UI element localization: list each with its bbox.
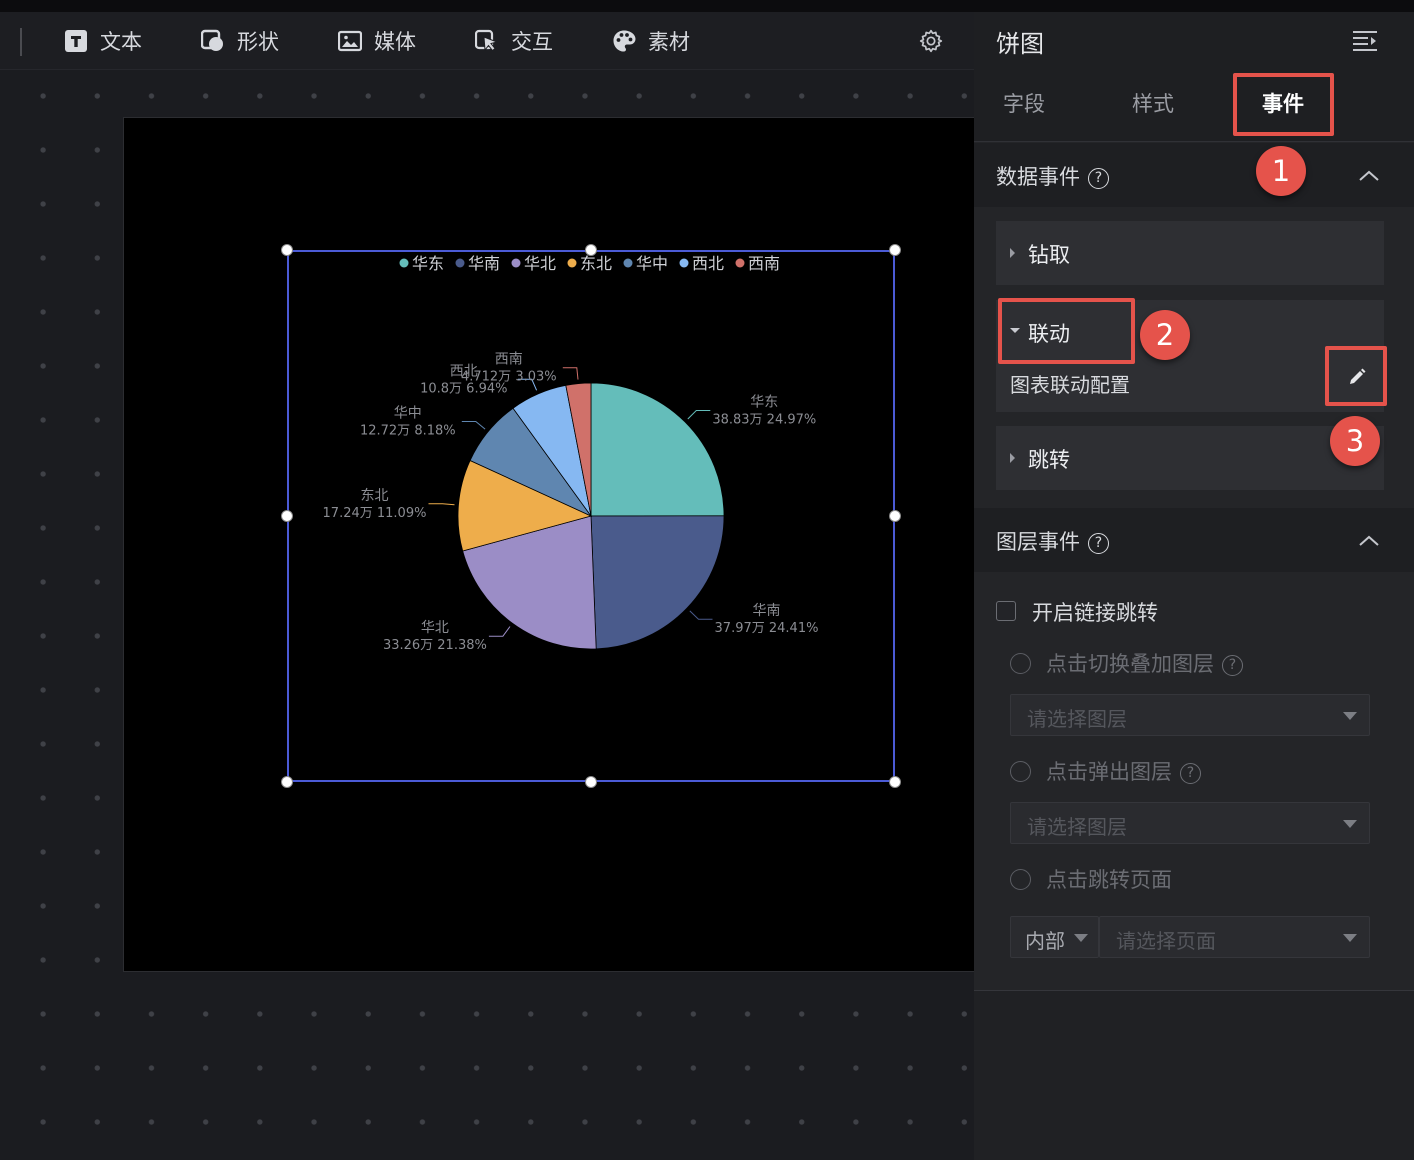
tab-style[interactable]: 样式 — [1132, 88, 1174, 118]
switch-layer-select[interactable]: 请选择图层 — [1010, 694, 1370, 736]
data-events-header[interactable]: 数据事件? — [974, 143, 1414, 207]
layer-events-title: 图层事件? — [996, 526, 1109, 556]
select-placeholder: 请选择图层 — [1027, 707, 1127, 731]
help-icon[interactable]: ? — [1222, 655, 1243, 676]
jump-page-label: 点击跳转页面 — [1046, 868, 1172, 892]
step-badge-3: 3 — [1330, 416, 1380, 466]
toolbar-material-button[interactable]: 素材 — [612, 12, 690, 70]
resize-handle-top-right[interactable] — [889, 244, 901, 256]
select-placeholder: 请选择图层 — [1027, 815, 1127, 839]
page-select[interactable]: 请选择页面 — [1099, 916, 1370, 958]
popup-layer-radio[interactable] — [1010, 761, 1031, 782]
toolbar-interaction-button[interactable]: 交互 — [475, 12, 553, 70]
toolbar-shape-label: 形状 — [237, 30, 279, 54]
help-icon[interactable]: ? — [1088, 533, 1109, 554]
enable-link-label: 开启链接跳转 — [1032, 601, 1158, 625]
properties-panel: 饼图 字段 样式 事件 数据事件? 钻取 联动 图表联动配置 跳转 图层事件 ?… — [974, 12, 1414, 1160]
caret-down-icon — [1343, 934, 1357, 942]
caret-down-icon — [1343, 820, 1357, 828]
popup-layer-label: 点击弹出图层? — [1046, 756, 1201, 786]
resize-handle-bottom-left[interactable] — [281, 776, 293, 788]
switch-layer-label: 点击切换叠加图层? — [1046, 648, 1243, 678]
panel-title: 饼图 — [996, 30, 1044, 58]
step-badge-2: 2 — [1140, 310, 1190, 360]
enable-link-checkbox[interactable] — [996, 601, 1016, 621]
drill-label: 钻取 — [1028, 243, 1070, 267]
panel-tabs: 字段 样式 事件 — [974, 70, 1414, 142]
palette-icon — [612, 29, 636, 53]
toolbar-text-button[interactable]: 文本 — [64, 12, 142, 70]
toolbar-material-label: 素材 — [648, 30, 690, 54]
caret-down-icon — [1074, 934, 1088, 942]
linkage-config-label: 图表联动配置 — [1010, 373, 1130, 397]
interaction-icon — [475, 29, 499, 53]
layer-events-title-text: 图层事件 — [996, 530, 1080, 554]
panel-empty-area — [974, 991, 1414, 1160]
toolbar-interaction-label: 交互 — [511, 30, 553, 54]
select-placeholder: 请选择页面 — [1116, 929, 1216, 953]
jump-page-radio[interactable] — [1010, 869, 1031, 890]
accordion-drill[interactable]: 钻取 — [996, 221, 1384, 285]
help-icon[interactable]: ? — [1180, 763, 1201, 784]
toolbar-media-button[interactable]: 媒体 — [338, 12, 416, 70]
popup-layer-select[interactable]: 请选择图层 — [1010, 802, 1370, 844]
resize-handle-top-left[interactable] — [281, 244, 293, 256]
caret-right-icon — [1010, 453, 1015, 463]
help-icon[interactable]: ? — [1088, 168, 1109, 189]
chevron-up-icon[interactable] — [1358, 165, 1380, 187]
chevron-up-icon[interactable] — [1358, 530, 1380, 552]
data-events-title: 数据事件? — [996, 161, 1109, 191]
resize-handle-right[interactable] — [889, 510, 901, 522]
switch-layer-radio[interactable] — [1010, 653, 1031, 674]
toolbar-shape-button[interactable]: 形状 — [201, 12, 279, 70]
highlight-edit-button — [1325, 346, 1387, 406]
collapse-menu-icon[interactable] — [1350, 26, 1380, 56]
toolbar-divider — [20, 28, 22, 56]
page-scope-select[interactable]: 内部 — [1010, 916, 1099, 958]
tab-fields[interactable]: 字段 — [1003, 88, 1045, 118]
caret-right-icon — [1010, 248, 1015, 258]
caret-down-icon — [1343, 712, 1357, 720]
selection-frame[interactable] — [287, 250, 895, 782]
highlight-events-tab — [1233, 73, 1334, 136]
image-icon — [338, 29, 362, 53]
resize-handle-bottom-right[interactable] — [889, 776, 901, 788]
toolbar-media-label: 媒体 — [374, 30, 416, 54]
gear-icon[interactable] — [918, 28, 944, 54]
popup-layer-text: 点击弹出图层 — [1046, 760, 1172, 784]
editor-toolbar: 文本 形状 媒体 交互 素材 — [0, 12, 974, 70]
top-strip — [0, 0, 1414, 12]
shape-icon — [201, 29, 225, 53]
resize-handle-top[interactable] — [585, 244, 597, 256]
resize-handle-bottom[interactable] — [585, 776, 597, 788]
jump-label: 跳转 — [1028, 448, 1070, 472]
accordion-jump[interactable]: 跳转 — [996, 426, 1384, 490]
panel-header: 饼图 — [974, 12, 1414, 70]
switch-layer-text: 点击切换叠加图层 — [1046, 652, 1214, 676]
resize-handle-left[interactable] — [281, 510, 293, 522]
step-badge-1: 1 — [1256, 146, 1306, 196]
text-icon — [64, 29, 88, 53]
data-events-title-text: 数据事件 — [996, 165, 1080, 189]
highlight-linkage — [998, 298, 1135, 364]
layer-events-header[interactable]: 图层事件? — [974, 508, 1414, 572]
page-scope-value: 内部 — [1025, 929, 1065, 953]
toolbar-text-label: 文本 — [100, 30, 142, 54]
app-window: 文本 形状 媒体 交互 素材 华东 华南 华北 东北 华中 西北 西南 华东 3… — [0, 0, 1414, 1160]
